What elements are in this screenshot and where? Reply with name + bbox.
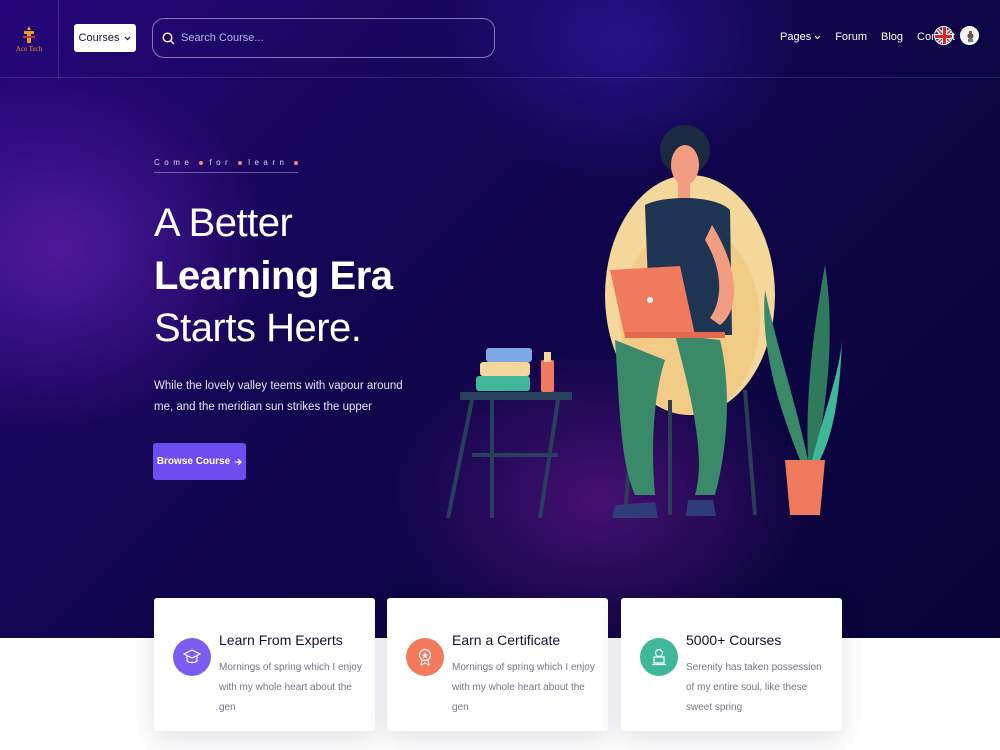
feature-text: Mornings of spring which I enjoy with my… [219,662,362,713]
courses-label: Courses [78,32,120,44]
search-icon [162,31,175,44]
browse-course-button[interactable]: Browse Course [153,443,246,480]
hero-title-line-1: A Better [154,201,293,245]
tagline-word: for [209,158,233,167]
arrow-right-icon [234,458,243,465]
site-header: Ace Tech Courses Pages Forum Blog Contac… [0,0,1000,78]
feature-card-courses[interactable]: 5000+ Courses Serenity has taken possess… [621,598,842,731]
hero-title-line-2: Learning Era [154,254,393,298]
tagline-dot [199,160,204,165]
feature-card-certificate[interactable]: Earn a Certificate Mornings of spring wh… [387,598,608,731]
logo[interactable]: Ace Tech [0,0,59,78]
certificate-icon [400,630,444,676]
hero-section: Ace Tech Courses Pages Forum Blog Contac… [0,0,1000,638]
uk-flag-icon[interactable] [934,26,953,45]
laptop-user-icon [634,630,678,676]
tagline-word: learn [248,158,289,167]
feature-text: Mornings of spring which I enjoy with my… [452,662,595,713]
logo-text: Ace Tech [15,44,43,53]
feature-title: Earn a Certificate [452,632,561,648]
main-nav: Pages Forum Blog Contact [780,31,955,43]
tagline-dot [238,160,243,165]
logo-icon [23,25,35,43]
courses-dropdown-button[interactable]: Courses [74,24,136,52]
nav-label-pages: Pages [780,31,812,43]
tagline-dot [294,160,299,165]
language-flag-icon[interactable] [960,26,979,45]
student-laptop-illustration [446,125,842,519]
hero-tagline: Come for learn [154,158,299,173]
nav-item-forum[interactable]: Forum [835,31,867,43]
tagline-word: Come [154,158,194,167]
nav-item-blog[interactable]: Blog [881,31,903,43]
nav-item-pages[interactable]: Pages [780,31,821,43]
feature-text: Serenity has taken possession of my enti… [686,662,822,713]
hero-title-line-3: Starts Here. [154,306,362,350]
search-bar[interactable] [152,18,495,58]
feature-title: 5000+ Courses [686,632,782,648]
chevron-down-icon [814,35,821,39]
feature-card-experts[interactable]: Learn From Experts Mornings of spring wh… [154,598,375,731]
feature-title: Learn From Experts [219,632,343,648]
browse-course-label: Browse Course [156,456,231,467]
graduation-cap-icon [167,630,211,676]
chevron-down-icon [125,36,131,40]
search-input[interactable] [181,32,481,44]
hero-description: While the lovely valley teems with vapou… [154,380,403,413]
